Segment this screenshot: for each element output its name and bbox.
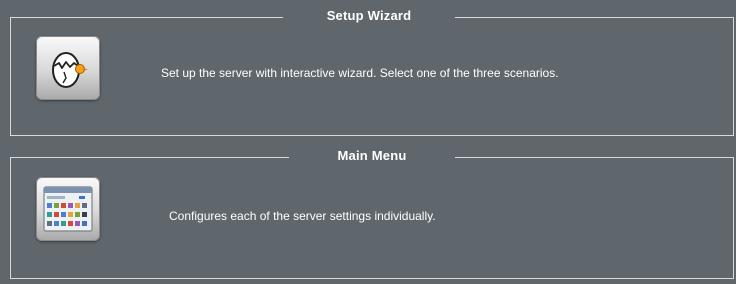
setup-wizard-title: Setup Wizard <box>326 8 412 23</box>
settings-grid-icon <box>43 186 93 232</box>
panel-border <box>455 157 733 158</box>
egg-hatching-icon <box>52 52 88 88</box>
panel-border <box>11 157 289 158</box>
main-menu-panel[interactable]: Main Menu Configures each of the server … <box>10 148 734 279</box>
panel-border <box>11 17 283 18</box>
launcher-screen: Setup Wizard Set up the server with inte… <box>0 0 736 284</box>
panel-border <box>455 17 733 18</box>
setup-wizard-description: Set up the server with interactive wizar… <box>161 66 559 80</box>
setup-wizard-panel[interactable]: Setup Wizard Set up the server with inte… <box>10 8 734 136</box>
main-menu-description: Configures each of the server settings i… <box>169 209 436 223</box>
main-menu-title: Main Menu <box>337 148 407 163</box>
main-menu-button[interactable] <box>36 177 100 241</box>
setup-wizard-button[interactable] <box>36 36 100 100</box>
